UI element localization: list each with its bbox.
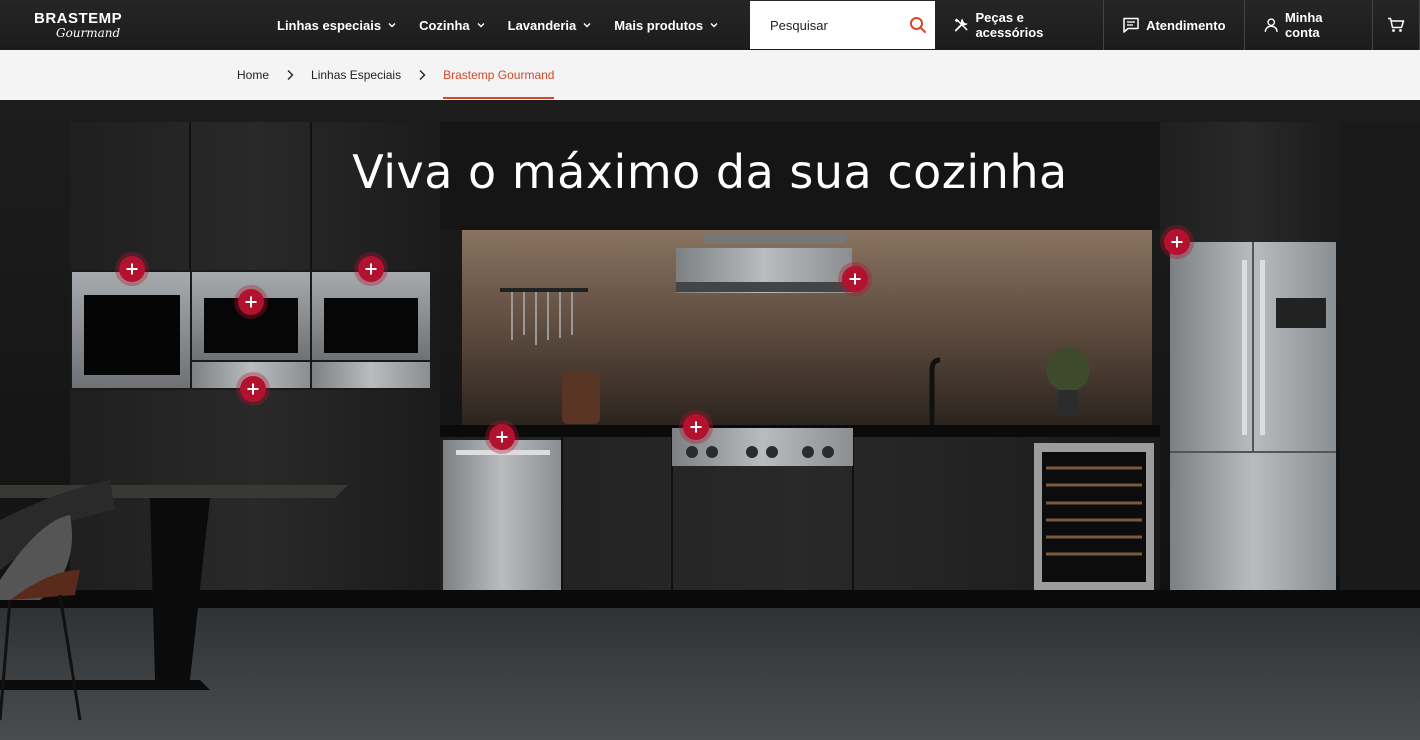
- hero-headline: Viva o máximo da sua cozinha: [352, 145, 1068, 199]
- nav-label: Lavanderia: [507, 17, 577, 33]
- breadcrumb-linhas-especiais[interactable]: Linhas Especiais: [311, 68, 401, 82]
- search-icon[interactable]: [909, 16, 927, 34]
- hotspot-cooktop[interactable]: [683, 414, 709, 440]
- search-input[interactable]: [750, 1, 910, 49]
- hotspot-range-hood[interactable]: [842, 266, 868, 292]
- nav-linhas-especiais[interactable]: Linhas especiais: [277, 18, 397, 33]
- util-label: Minha conta: [1284, 10, 1323, 40]
- breadcrumb-bar: Home Linhas Especiais Brastemp Gourmand: [0, 50, 1420, 100]
- main-nav: Linhas especiais Cozinha Lavanderia Mais…: [277, 0, 719, 50]
- chevron-right-icon: [287, 70, 294, 80]
- user-icon: [1264, 18, 1278, 32]
- hotspot-oven-right[interactable]: [358, 256, 384, 282]
- breadcrumb-current: Brastemp Gourmand: [443, 50, 555, 100]
- chevron-down-icon: [388, 23, 396, 28]
- hotspot-oven-middle[interactable]: [238, 289, 264, 315]
- chevron-right-icon: [419, 70, 426, 80]
- logo-brand: BRASTEMP: [34, 10, 123, 27]
- nav-label: Cozinha: [419, 17, 470, 33]
- chevron-down-icon: [583, 23, 591, 28]
- tools-icon: [954, 18, 968, 32]
- chevron-down-icon: [710, 23, 718, 28]
- utility-nav: Peças e acessórios Atendimento Minha con…: [935, 0, 1420, 50]
- hotspot-oven-left[interactable]: [119, 256, 145, 282]
- top-header: BRASTEMP Gourmand Linhas especiais Cozin…: [0, 0, 1420, 50]
- hotspot-drawer-bottom[interactable]: [240, 376, 266, 402]
- breadcrumb-home[interactable]: Home: [237, 68, 269, 82]
- nav-label: Mais produtos: [614, 17, 704, 33]
- hero-kitchen: Viva o máximo da sua cozinha: [0, 100, 1420, 740]
- atendimento-link[interactable]: Atendimento: [1103, 0, 1243, 50]
- chat-icon: [1123, 17, 1139, 33]
- chevron-down-icon: [477, 23, 485, 28]
- search-box: [750, 1, 935, 49]
- hotspot-dishwasher[interactable]: [489, 424, 515, 450]
- pecas-acessorios-link[interactable]: Peças e acessórios: [935, 0, 1103, 50]
- brastemp-gourmand-logo[interactable]: BRASTEMP Gourmand: [34, 10, 144, 40]
- util-label: Peças e acessórios: [975, 10, 1044, 40]
- nav-mais-produtos[interactable]: Mais produtos: [614, 18, 719, 33]
- cart-button[interactable]: [1372, 0, 1420, 50]
- util-label: Atendimento: [1146, 17, 1226, 33]
- breadcrumb: Home Linhas Especiais Brastemp Gourmand: [237, 50, 555, 100]
- logo-sub: Gourmand: [56, 26, 121, 40]
- minha-conta-link[interactable]: Minha conta: [1243, 0, 1373, 50]
- nav-lavanderia[interactable]: Lavanderia: [508, 18, 593, 33]
- hotspot-refrigerator[interactable]: [1164, 229, 1190, 255]
- cart-icon: [1388, 17, 1405, 32]
- nav-cozinha[interactable]: Cozinha: [419, 18, 486, 33]
- nav-label: Linhas especiais: [277, 17, 382, 33]
